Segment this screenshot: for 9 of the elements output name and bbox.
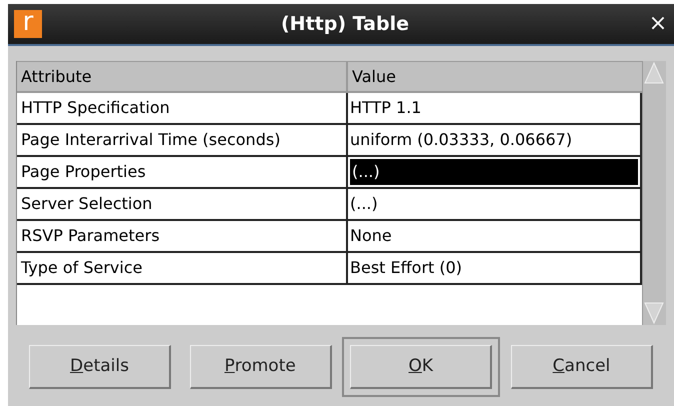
close-button[interactable]: ×	[648, 13, 668, 35]
app-icon: r	[14, 10, 42, 38]
window-title: (Http) Table	[280, 12, 410, 37]
dialog-button[interactable]: OK	[342, 337, 500, 397]
table-cell: Page Properties	[17, 157, 348, 187]
column-header[interactable]: Attribute	[17, 62, 348, 91]
column-header[interactable]: Value	[348, 62, 642, 91]
table-cell[interactable]: (...)	[350, 159, 638, 185]
scrollbar[interactable]	[642, 61, 666, 325]
